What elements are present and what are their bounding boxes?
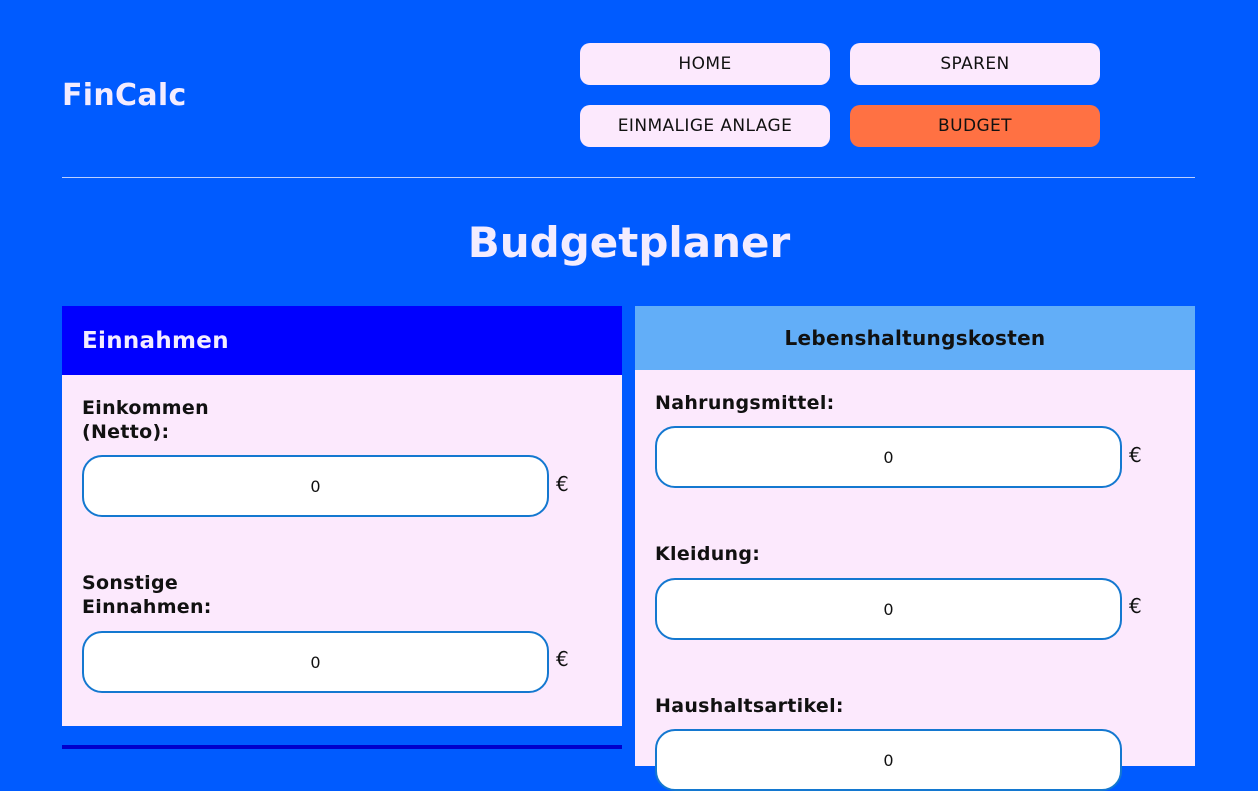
nav-budget-button[interactable]: BUDGET (850, 105, 1100, 147)
household-input[interactable] (655, 729, 1122, 791)
income-panel-header: Einnahmen (62, 306, 622, 375)
food-input[interactable] (655, 426, 1122, 488)
living-costs-panel-header: Lebenshaltungskosten (635, 306, 1195, 370)
clothing-input[interactable] (655, 578, 1122, 640)
next-panel-header (62, 745, 622, 749)
nav-einmalige-anlage-button[interactable]: EINMALIGE ANLAGE (580, 105, 830, 147)
income-net-currency: € (556, 472, 569, 496)
header-divider (62, 177, 1195, 178)
income-net-input[interactable] (82, 455, 549, 517)
app-logo[interactable]: FinCalc (62, 78, 187, 113)
other-income-input[interactable] (82, 631, 549, 693)
income-panel: Einnahmen Einkommen (Netto): € Sonstige … (62, 306, 622, 726)
household-label: Haushaltsartikel: (655, 695, 844, 717)
income-net-label: Einkommen (Netto): (82, 397, 209, 443)
nav-sparen-button[interactable]: SPAREN (850, 43, 1100, 85)
food-currency: € (1129, 443, 1142, 467)
nav-home-button[interactable]: HOME (580, 43, 830, 85)
clothing-label: Kleidung: (655, 543, 761, 565)
page-title: Budgetplaner (467, 218, 791, 267)
clothing-currency: € (1129, 594, 1142, 618)
other-income-currency: € (556, 647, 569, 671)
other-income-label: Sonstige Einnahmen: (82, 572, 212, 618)
living-costs-panel: Lebenshaltungskosten Nahrungsmittel: € K… (635, 306, 1195, 791)
food-label: Nahrungsmittel: (655, 392, 835, 414)
